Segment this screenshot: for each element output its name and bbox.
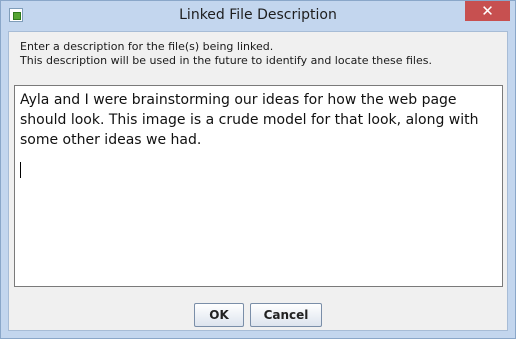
window-title: Linked File Description — [179, 7, 337, 23]
dialog-window: Linked File Description ✕ Enter a descri… — [0, 0, 516, 339]
description-textarea[interactable]: Ayla and I were brainstorming our ideas … — [14, 85, 503, 287]
description-text: Ayla and I were brainstorming our ideas … — [20, 92, 483, 148]
close-icon: ✕ — [481, 2, 494, 20]
ok-button[interactable]: OK — [194, 303, 244, 327]
instructions: Enter a description for the file(s) bein… — [20, 40, 432, 68]
text-caret — [20, 162, 21, 178]
dialog-body: Enter a description for the file(s) bein… — [8, 31, 508, 331]
close-button[interactable]: ✕ — [465, 1, 510, 21]
instruction-line-2: This description will be used in the fut… — [20, 54, 432, 67]
title-bar[interactable]: Linked File Description ✕ — [1, 1, 515, 31]
cancel-button[interactable]: Cancel — [250, 303, 322, 327]
instruction-line-1: Enter a description for the file(s) bein… — [20, 40, 274, 53]
